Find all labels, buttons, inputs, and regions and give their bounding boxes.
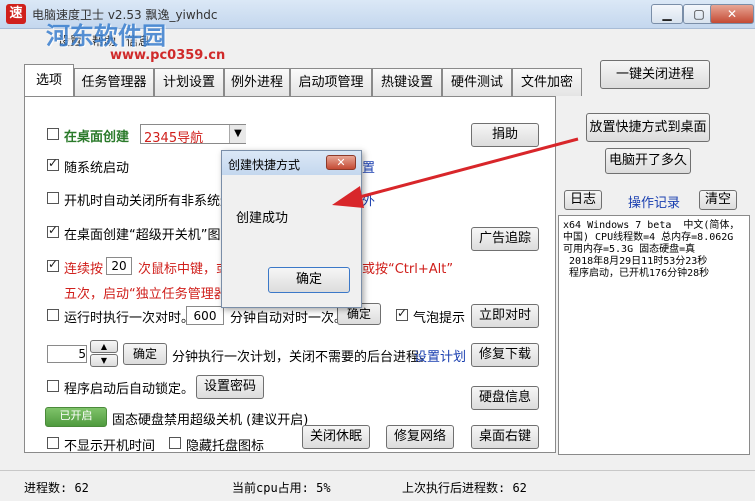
watermark-url: www.pc0359.cn	[110, 48, 226, 63]
desktop-create-label: 在桌面创建	[64, 130, 130, 145]
operation-log-tab[interactable]: 操作记录	[628, 192, 680, 211]
tab-options[interactable]: 选项	[24, 64, 74, 97]
tab-hardware[interactable]: 硬件测试	[442, 68, 512, 96]
chevron-down-icon[interactable]: ▼	[229, 125, 246, 143]
press-count-input[interactable]	[106, 257, 132, 275]
plan-settings-link[interactable]: 设置计划	[414, 346, 466, 365]
place-shortcut-button[interactable]: 放置快捷方式到桌面	[586, 113, 710, 142]
status-bar: 进程数: 62 当前cpu占用: 5% 上次执行后进程数: 62	[0, 470, 755, 501]
dialog-ok-button[interactable]: 确定	[268, 267, 350, 293]
log-text-area[interactable]: x64 Windows 7 beta 中文(简体，中国) CPU线程数=4 总内…	[558, 215, 750, 455]
ssd-label: 固态硬盘禁用超级关机 (建议开启)	[112, 413, 309, 428]
autostart-link-fragment[interactable]: 置	[362, 157, 375, 176]
increment-button[interactable]: ▲	[90, 340, 118, 353]
tab-hotkeys[interactable]: 热键设置	[372, 68, 442, 96]
sync-now-button[interactable]: 立即对时	[471, 304, 539, 328]
plan-confirm-button[interactable]: 确定	[123, 343, 167, 365]
clear-log-button[interactable]: 清空	[699, 190, 737, 210]
set-password-button[interactable]: 设置密码	[196, 375, 264, 399]
donate-button[interactable]: 捐助	[471, 123, 539, 147]
dialog-message: 创建成功	[236, 211, 289, 226]
sync-time-label: 运行时执行一次对时。	[64, 311, 195, 326]
plan-text: 分钟执行一次计划，关闭不需要的后台进程。	[172, 350, 433, 365]
dialog-title: 创建快捷方式	[228, 158, 301, 172]
last-run-process-count-status: 上次执行后进程数: 62	[402, 481, 527, 495]
press-line2-label: 五次，启动“独立任务管理器”。	[64, 287, 247, 302]
process-count-status: 进程数: 62	[24, 481, 89, 495]
super-switch-label: 在桌面创建“超级开关机”图	[64, 228, 221, 243]
hide-boot-time-label: 不显示开机时间	[64, 439, 156, 454]
close-button[interactable]: ✕	[710, 4, 754, 24]
hide-tray-label: 隐藏托盘图标	[186, 439, 265, 454]
create-shortcut-dialog: 创建快捷方式 ✕ 创建成功 确定	[221, 150, 362, 308]
middle-click-checkbox[interactable]	[47, 257, 59, 272]
desktop-create-select[interactable]: 2345导航 ▼	[140, 124, 246, 146]
autostart-checkbox[interactable]	[47, 156, 59, 171]
decrement-button[interactable]: ▼	[90, 354, 118, 367]
dialog-title-bar: 创建快捷方式 ✕	[222, 151, 361, 175]
app-icon: 速	[6, 4, 26, 24]
tab-startup[interactable]: 启动项管理	[290, 68, 372, 96]
sync-time-checkbox[interactable]	[47, 309, 59, 321]
autolock-checkbox[interactable]	[47, 380, 59, 392]
minimize-button[interactable]: ▁	[651, 4, 683, 24]
close-sleep-button[interactable]: 关闭休眠	[302, 425, 370, 449]
repair-download-button[interactable]: 修复下载	[471, 343, 539, 367]
tab-exceptions[interactable]: 例外进程	[224, 68, 290, 96]
autostart-label: 随系统启动	[64, 161, 130, 176]
ad-trace-button[interactable]: 广告追踪	[471, 227, 539, 251]
watermark-logo: 河东软件园	[46, 21, 166, 50]
tab-file-encrypt[interactable]: 文件加密	[512, 68, 582, 96]
sync-interval-input[interactable]	[186, 306, 224, 325]
cpu-usage-status: 当前cpu占用: 5%	[232, 481, 331, 495]
autoclose-label: 开机时自动关闭所有非系统进	[64, 194, 234, 209]
tab-task-manager[interactable]: 任务管理器	[74, 68, 154, 96]
ssd-toggle[interactable]: 已开启	[45, 407, 107, 427]
uptime-button[interactable]: 电脑开了多久	[605, 148, 691, 174]
autolock-label: 程序启动后自动锁定。	[64, 382, 195, 397]
desktop-create-checkbox[interactable]	[47, 128, 59, 140]
bubble-tip-label: 气泡提示	[413, 311, 466, 326]
log-tab[interactable]: 日志	[564, 190, 602, 210]
hide-boot-time-checkbox[interactable]	[47, 437, 59, 449]
autoclose-link-fragment[interactable]: 外	[362, 190, 375, 209]
repair-network-button[interactable]: 修复网络	[386, 425, 454, 449]
dialog-close-icon[interactable]: ✕	[326, 155, 356, 170]
sync-suffix-label: 分钟自动对时一次。	[230, 311, 348, 326]
tab-schedule[interactable]: 计划设置	[154, 68, 224, 96]
press-prefix-label: 连续按	[64, 262, 104, 277]
plan-interval-input[interactable]	[47, 345, 87, 363]
desktop-select-value: 2345导航	[144, 131, 204, 146]
hide-tray-checkbox[interactable]	[169, 437, 181, 449]
close-all-processes-button[interactable]: 一键关闭进程	[600, 60, 710, 89]
desktop-right-click-button[interactable]: 桌面右键	[471, 425, 539, 449]
super-switch-checkbox[interactable]	[47, 223, 59, 238]
autoclose-checkbox[interactable]	[47, 192, 59, 204]
disk-info-button[interactable]: 硬盘信息	[471, 386, 539, 410]
press-suffix2-label: 或按“Ctrl+Alt”	[362, 262, 454, 277]
bubble-tip-checkbox[interactable]	[396, 306, 408, 321]
